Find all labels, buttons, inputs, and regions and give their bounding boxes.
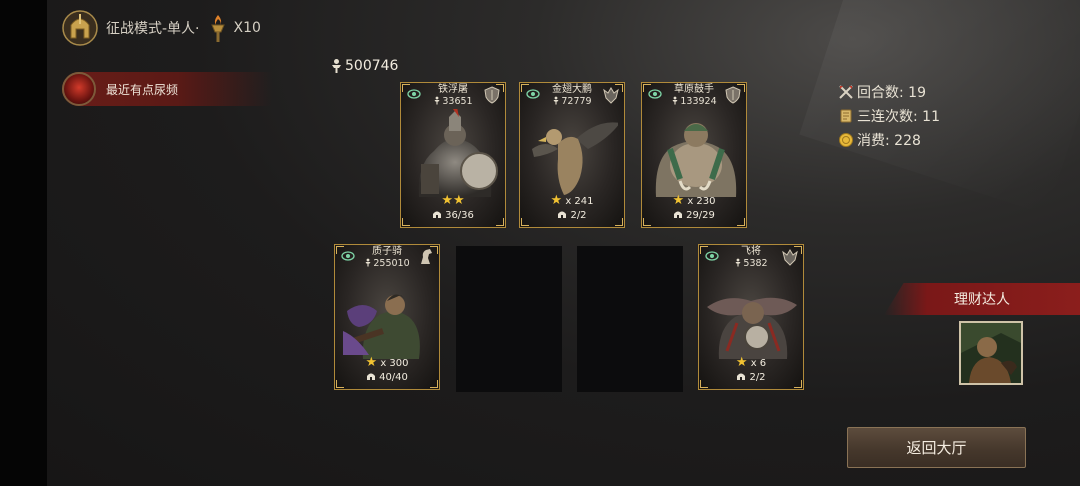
- demon-avatar: [62, 72, 96, 106]
- scroll-icon: [840, 109, 852, 123]
- back-to-lobby-button[interactable]: 返回大厅: [847, 427, 1026, 468]
- unit-troops: 2/2: [699, 371, 803, 385]
- battle-stats: 回合数: 19 三连次数: 11 消费: 228: [838, 80, 940, 152]
- unit-card-2[interactable]: 金翅大鹏 72779 ★ x 241 2/2: [519, 82, 625, 228]
- coin-icon: [839, 133, 853, 147]
- troop-icon: [433, 211, 442, 218]
- chat-message-text: 最近有点尿频: [106, 82, 179, 97]
- unit-portrait: [655, 123, 737, 197]
- horse-icon: [421, 249, 432, 264]
- stat-rounds: 回合数: 19: [838, 80, 940, 104]
- stat-cost: 消费: 228: [838, 128, 940, 152]
- troop-icon: [737, 373, 746, 380]
- unit-card-3[interactable]: 草原鼓手 133924 ★ x 230 29/29: [641, 82, 747, 228]
- torch-icon: [210, 15, 225, 42]
- player-avatar-image: [961, 323, 1021, 383]
- unit-card-4[interactable]: 质子骑 255010 ★ x 300 40/40: [334, 244, 440, 390]
- shield-icon: [725, 86, 741, 104]
- total-power-value: 500746: [345, 58, 399, 74]
- wing-crest-icon: [782, 249, 798, 266]
- unit-stars: ★ x 241: [550, 193, 594, 208]
- unit-troops: 29/29: [642, 209, 746, 223]
- unit-stars: ★ x 6: [735, 355, 767, 370]
- mode-header: 征战模式-单人· X10: [62, 10, 261, 46]
- unit-portrait: [707, 297, 797, 359]
- player-title-ribbon: 理财达人: [884, 283, 1080, 315]
- unit-troops: 2/2: [520, 209, 624, 223]
- troop-icon: [558, 211, 567, 218]
- chat-message-banner[interactable]: 最近有点尿频: [62, 72, 272, 106]
- left-edge-bar: [0, 0, 47, 486]
- unit-portrait: [418, 109, 498, 197]
- unit-card-5[interactable]: 飞将 5382 ★ x 6 2/2: [698, 244, 804, 390]
- troop-icon: [674, 211, 683, 218]
- unit-stars: ★★: [441, 193, 465, 208]
- empty-unit-slot-1[interactable]: [456, 246, 562, 392]
- power-icon: [332, 59, 341, 73]
- unit-portrait: [532, 122, 618, 195]
- mode-label: 征战模式-单人·: [106, 21, 200, 37]
- spartan-helmet-icon: [62, 10, 98, 46]
- troop-icon: [367, 373, 376, 380]
- multiplier-label: X10: [233, 20, 261, 36]
- crossed-swords-icon: [839, 85, 853, 99]
- unit-portrait: [343, 294, 420, 359]
- total-power: 500746: [330, 58, 398, 74]
- stat-triples: 三连次数: 11: [838, 104, 940, 128]
- unit-stars: ★ x 300: [365, 355, 409, 370]
- player-title: 理财达人: [954, 292, 1010, 308]
- back-to-lobby-label: 返回大厅: [906, 439, 967, 457]
- unit-troops: 40/40: [335, 371, 439, 385]
- unit-card-1[interactable]: 铁浮屠 33651 ★★ 36/36: [400, 82, 506, 228]
- player-avatar[interactable]: [959, 321, 1023, 385]
- unit-troops: 36/36: [401, 209, 505, 223]
- wing-crest-icon: [603, 87, 619, 104]
- shield-icon: [484, 86, 500, 104]
- empty-unit-slot-2[interactable]: [577, 246, 683, 392]
- unit-stars: ★ x 230: [672, 193, 716, 208]
